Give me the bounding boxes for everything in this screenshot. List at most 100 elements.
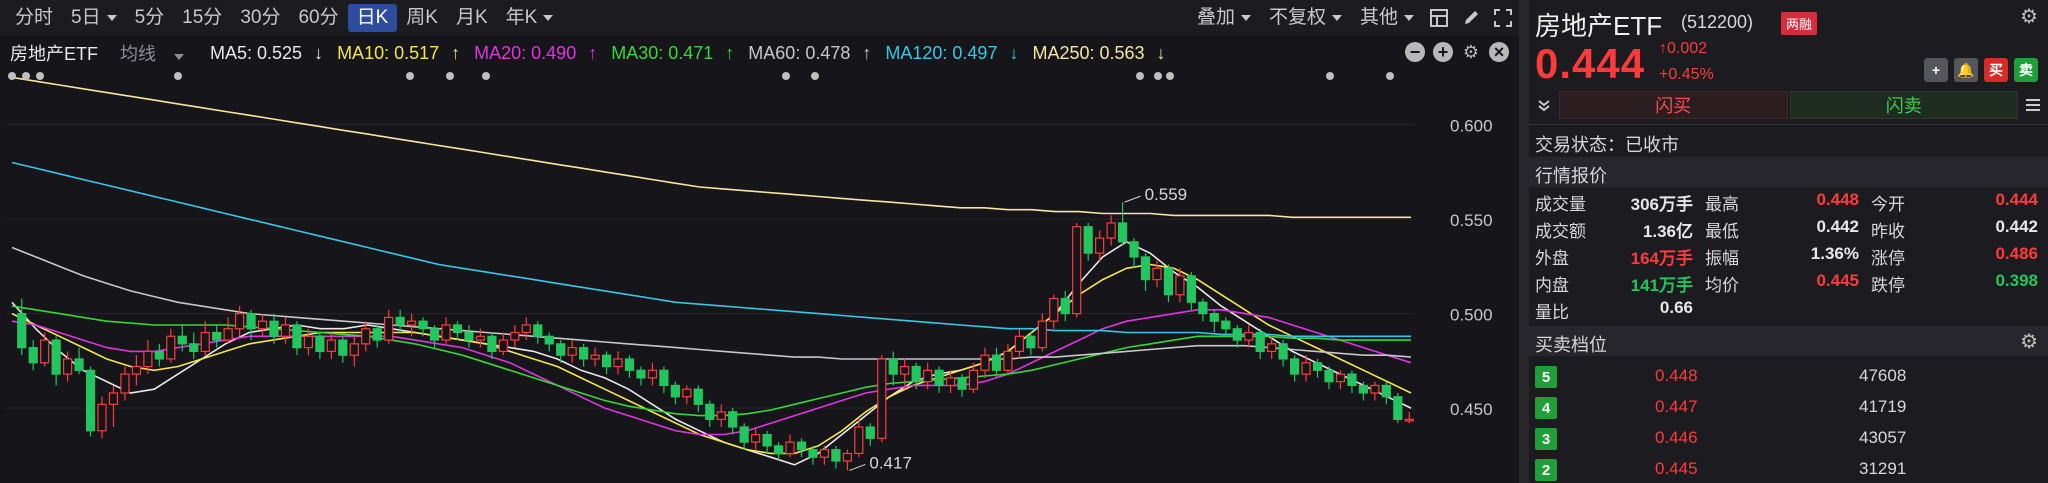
event-marker: [1386, 72, 1394, 80]
bid-level: 2: [1535, 459, 1557, 481]
candle-body: [498, 339, 508, 353]
event-marker: [8, 72, 16, 80]
overlay-menu[interactable]: 叠加: [1188, 4, 1260, 32]
candle-body: [234, 313, 245, 330]
candle-body: [1083, 226, 1093, 254]
candle-body: [1232, 328, 1242, 341]
candle-body: [1347, 373, 1357, 387]
orderbook-row[interactable]: 4 0.447 41719: [1529, 393, 2048, 423]
candle-body: [728, 411, 738, 428]
quote-value: 164万手: [1630, 249, 1693, 268]
ma-legend-item: MA10: 0.517: [337, 42, 440, 63]
other-menu[interactable]: 其他: [1351, 4, 1423, 32]
fullscreen-icon[interactable]: [1490, 5, 1516, 31]
chart-settings-icon[interactable]: ⚙: [1461, 42, 1481, 62]
ma-trend-arrow: ↑: [862, 42, 872, 63]
candle-body: [1095, 237, 1105, 254]
event-marker: [36, 72, 44, 80]
tab-period-0[interactable]: 分时: [6, 4, 62, 32]
sell-button[interactable]: 卖: [2014, 58, 2038, 82]
zoom-in-icon[interactable]: +: [1433, 42, 1453, 62]
gear-icon[interactable]: ⚙: [2020, 4, 2038, 29]
y-tick-label: 0.550: [1450, 211, 1493, 230]
candle-body: [1358, 384, 1369, 394]
event-marker: [811, 72, 819, 80]
candle-body: [315, 335, 325, 353]
kline-chart[interactable]: 0.600 0.550 0.500 0.450 0.559 0.417: [0, 68, 1519, 483]
last-price: 0.444: [1535, 40, 1646, 87]
quote-label: 今开: [1871, 195, 1905, 214]
candle-body: [177, 335, 187, 345]
tab-period-4[interactable]: 30分: [231, 4, 289, 32]
candle-body: [1163, 267, 1174, 296]
alert-bell-icon[interactable]: 🔔: [1954, 58, 1978, 82]
ma-legend-bar: 房地产ETF 均线 MA5: 0.525 ↓ MA10: 0.517 ↑ MA20:…: [0, 38, 1519, 68]
close-icon[interactable]: ×: [1489, 42, 1509, 62]
orderbook-row[interactable]: 3 0.446 43057: [1529, 424, 2048, 454]
orderbook-row[interactable]: 5 0.448 47608: [1529, 362, 2048, 392]
zoom-out-icon[interactable]: −: [1405, 42, 1425, 62]
candle-body: [773, 445, 784, 455]
candle-body: [464, 331, 474, 341]
candle-body: [407, 320, 417, 326]
price-change-value: 0.002: [1667, 40, 1708, 57]
menu-icon[interactable]: [2018, 90, 2048, 120]
candle-body: [1404, 418, 1414, 422]
tab-period-6[interactable]: 日K: [347, 4, 398, 32]
tab-period-5[interactable]: 60分: [289, 4, 347, 32]
adjust-label: 不复权: [1268, 7, 1326, 28]
candle-body: [579, 347, 589, 360]
candle-body: [418, 320, 428, 330]
quote-label: 外盘: [1535, 249, 1569, 268]
tab-period-7[interactable]: 周K: [397, 4, 447, 32]
chevron-down-icon: [1240, 15, 1251, 21]
candle-body: [120, 373, 130, 394]
buy-button[interactable]: 买: [1984, 58, 2008, 82]
tab-period-label: 5日: [71, 7, 101, 28]
candle-body: [1370, 384, 1380, 394]
flash-sell-button[interactable]: 闪卖: [1789, 91, 2018, 119]
quote-row: 内盘 141万手 均价 0.445 跌停 0.398: [1529, 271, 2048, 297]
candle-body: [85, 369, 96, 432]
candle-body: [74, 358, 84, 371]
ma-type-select[interactable]: 均线: [120, 40, 196, 66]
candle-body: [280, 324, 291, 337]
tab-period-2[interactable]: 5分: [126, 4, 174, 32]
candle-body: [842, 452, 852, 462]
margin-badge: 两融: [1781, 12, 1818, 35]
candle-body: [326, 339, 336, 353]
flash-trade-bar: 闪买 闪卖: [1529, 90, 2048, 120]
bid-volume: 47608: [1859, 366, 1907, 385]
candle-body: [601, 354, 612, 368]
chevron-down-icon: [1404, 15, 1414, 21]
quote-label: 最高: [1705, 195, 1739, 214]
up-arrow-icon: ↑: [1659, 40, 1667, 57]
tab-period-9[interactable]: 年K: [497, 4, 563, 32]
tab-period-1[interactable]: 5日: [62, 4, 126, 32]
quote-value: 0.444: [1995, 190, 2038, 209]
tab-period-3[interactable]: 15分: [173, 4, 231, 32]
candle-body: [1381, 384, 1391, 398]
layout-icon[interactable]: [1426, 5, 1452, 31]
collapse-icon[interactable]: [1529, 90, 1559, 120]
candle-body: [1312, 362, 1323, 371]
flash-buy-button[interactable]: 闪买: [1559, 91, 1788, 119]
adjust-menu[interactable]: 不复权: [1260, 4, 1351, 32]
price-change-pct: +0.45%: [1659, 66, 1714, 83]
quote-panel: 房地产ETF (512200) 两融 ⚙ 0.444 ↑0.002 +0.45%…: [1529, 0, 2048, 483]
ma-legend-item: MA20: 0.490: [474, 42, 577, 63]
panel-divider[interactable]: [1519, 0, 1529, 483]
tab-period-8[interactable]: 月K: [447, 4, 497, 32]
candle-body: [647, 369, 658, 379]
quote-value: 306万手: [1630, 195, 1693, 214]
candle-body: [533, 324, 543, 337]
orderbook-row[interactable]: 2 0.445 31291: [1529, 455, 2048, 483]
candle-body: [1003, 350, 1013, 371]
candle-body: [475, 335, 486, 341]
max-price-label: 0.559: [1145, 185, 1188, 204]
quote-value: 141万手: [1630, 276, 1693, 295]
add-watchlist-button[interactable]: +: [1924, 58, 1948, 82]
chevron-down-icon: [174, 54, 184, 60]
draw-pen-icon[interactable]: [1458, 5, 1484, 31]
orderbook-settings-icon[interactable]: ⚙: [2020, 329, 2038, 354]
